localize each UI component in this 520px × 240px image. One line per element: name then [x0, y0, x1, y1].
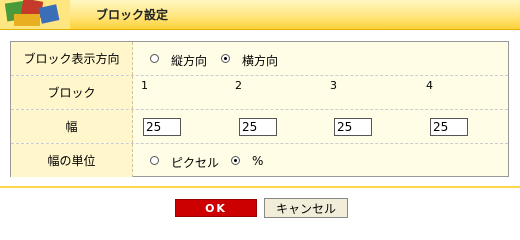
- vertical-radio[interactable]: [150, 54, 159, 63]
- block-number-4: 4: [426, 79, 433, 92]
- width-input-4[interactable]: [430, 118, 468, 136]
- unit-options: ピクセル %: [133, 144, 508, 177]
- block-number-3: 3: [330, 79, 337, 92]
- width-input-2[interactable]: [239, 118, 277, 136]
- width-row: 幅: [11, 110, 508, 144]
- block-number-1: 1: [141, 79, 148, 92]
- pixel-radio-label[interactable]: ピクセル: [171, 154, 219, 171]
- ok-button[interactable]: OK: [175, 199, 257, 217]
- unit-row: 幅の単位 ピクセル %: [11, 144, 508, 177]
- width-label: 幅: [11, 110, 133, 143]
- direction-row: ブロック表示方向 縦方向 横方向: [11, 42, 508, 76]
- block-number-2: 2: [235, 79, 242, 92]
- block-numbers: 1 2 3 4: [133, 76, 508, 109]
- settings-panel: ブロック表示方向 縦方向 横方向 ブロック 1 2 3 4 幅 幅の単位: [10, 41, 509, 177]
- block-row: ブロック 1 2 3 4: [11, 76, 508, 110]
- direction-label: ブロック表示方向: [11, 42, 133, 75]
- page-title: ブロック設定: [96, 8, 169, 22]
- width-input-3[interactable]: [334, 118, 372, 136]
- header-bar: ブロック設定: [0, 0, 520, 30]
- width-input-1[interactable]: [143, 118, 181, 136]
- pixel-radio[interactable]: [150, 156, 159, 165]
- blocks-logo-icon: [0, 0, 70, 29]
- percent-radio-label[interactable]: %: [252, 154, 263, 168]
- block-label: ブロック: [11, 76, 133, 109]
- vertical-radio-label[interactable]: 縦方向: [171, 52, 207, 69]
- width-inputs: [133, 110, 508, 143]
- percent-radio[interactable]: [231, 156, 240, 165]
- unit-label: 幅の単位: [11, 144, 133, 177]
- horizontal-radio[interactable]: [221, 54, 230, 63]
- horizontal-radio-label[interactable]: 横方向: [242, 52, 278, 69]
- cancel-button[interactable]: キャンセル: [264, 198, 348, 218]
- footer-divider: [0, 186, 520, 188]
- direction-options: 縦方向 横方向: [133, 42, 508, 75]
